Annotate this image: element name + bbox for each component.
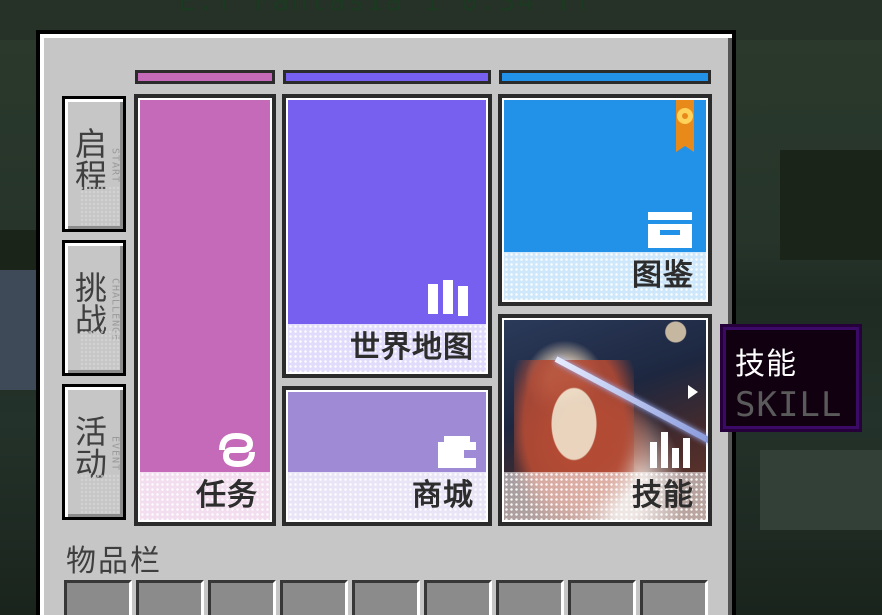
- tab-pattern: [80, 474, 120, 514]
- map-icon: [428, 280, 468, 316]
- inventory-slot[interactable]: [568, 580, 636, 615]
- tooltip-title: 技能: [735, 347, 797, 382]
- tab-label: 挑战: [70, 271, 108, 335]
- drawer-icon: [648, 212, 692, 248]
- tree: [780, 150, 882, 260]
- inventory-slot[interactable]: [136, 580, 204, 615]
- inventory-slot[interactable]: [496, 580, 564, 615]
- tab-pattern: [80, 330, 120, 370]
- task-tile[interactable]: 任务: [134, 94, 276, 526]
- atlas-label: 图鉴: [632, 258, 694, 293]
- spiral-icon: [219, 432, 255, 468]
- tab-event[interactable]: 活动 EVENT: [62, 384, 126, 520]
- skill-tooltip: 技能 SKILL: [720, 324, 862, 432]
- world-map-label: 世界地图: [350, 330, 474, 365]
- skill-tile[interactable]: 技能: [498, 314, 712, 526]
- mouse-cursor-icon: [688, 385, 698, 399]
- shop-tile[interactable]: 商城: [282, 386, 492, 526]
- hud-title: E.T Fantasia 1 0.34 TT: [178, 0, 593, 17]
- tab-label: 启程: [70, 127, 108, 191]
- tooltip-subtitle: SKILL: [735, 385, 843, 425]
- inventory-slot[interactable]: [352, 580, 420, 615]
- inventory-slot[interactable]: [640, 580, 708, 615]
- inventory-label: 物品栏: [66, 544, 162, 579]
- world-map-tile[interactable]: 世界地图: [282, 94, 492, 378]
- atlas-tile[interactable]: 图鉴: [498, 94, 712, 306]
- inventory-slot[interactable]: [424, 580, 492, 615]
- wallet-icon: [438, 436, 476, 468]
- task-bar: [135, 70, 275, 84]
- map-bar: [283, 70, 491, 84]
- tab-challenge[interactable]: 挑战 CHALLENGE: [62, 240, 126, 376]
- shop-label: 商城: [412, 478, 474, 513]
- task-label: 任务: [196, 478, 258, 513]
- inventory-slot[interactable]: [280, 580, 348, 615]
- bar-chart-icon: [650, 432, 690, 468]
- tab-start[interactable]: 启程 START: [62, 96, 126, 232]
- inventory-slot[interactable]: [208, 580, 276, 615]
- water-area-2: [760, 450, 882, 530]
- atlas-bar: [499, 70, 711, 84]
- skill-label: 技能: [632, 478, 694, 513]
- ribbon-badge-icon: [676, 100, 694, 152]
- tree: [0, 230, 40, 270]
- inventory-slot[interactable]: [64, 580, 132, 615]
- tab-label: 活动: [70, 415, 108, 479]
- tab-pattern: [80, 186, 120, 226]
